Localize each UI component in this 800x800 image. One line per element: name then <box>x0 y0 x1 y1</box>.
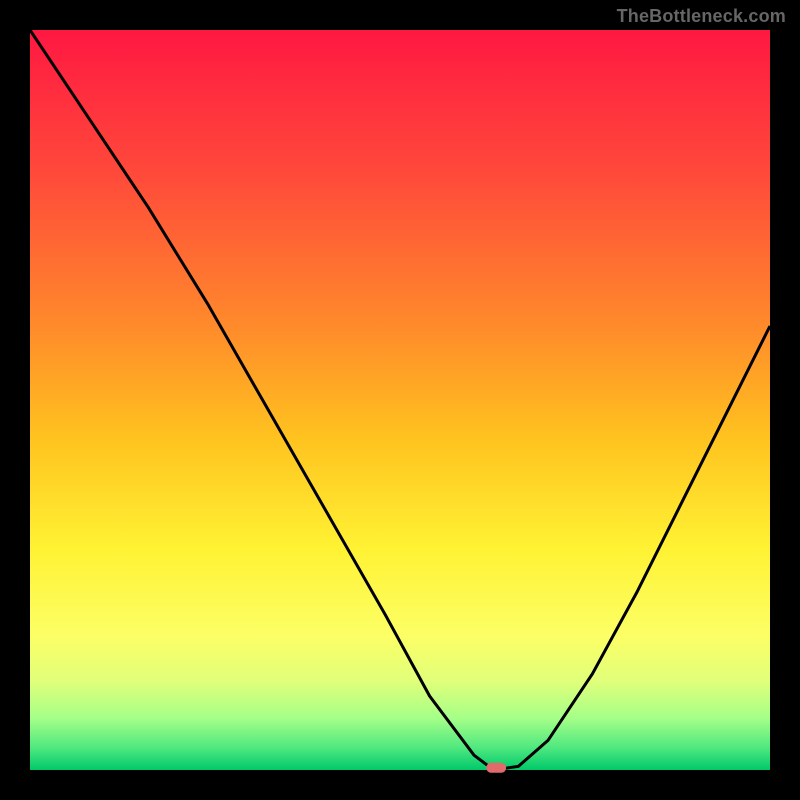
bottleneck-chart <box>0 0 800 800</box>
chart-container: TheBottleneck.com <box>0 0 800 800</box>
optimal-marker <box>486 763 506 773</box>
watermark-text: TheBottleneck.com <box>617 6 786 27</box>
plot-background <box>30 30 770 770</box>
